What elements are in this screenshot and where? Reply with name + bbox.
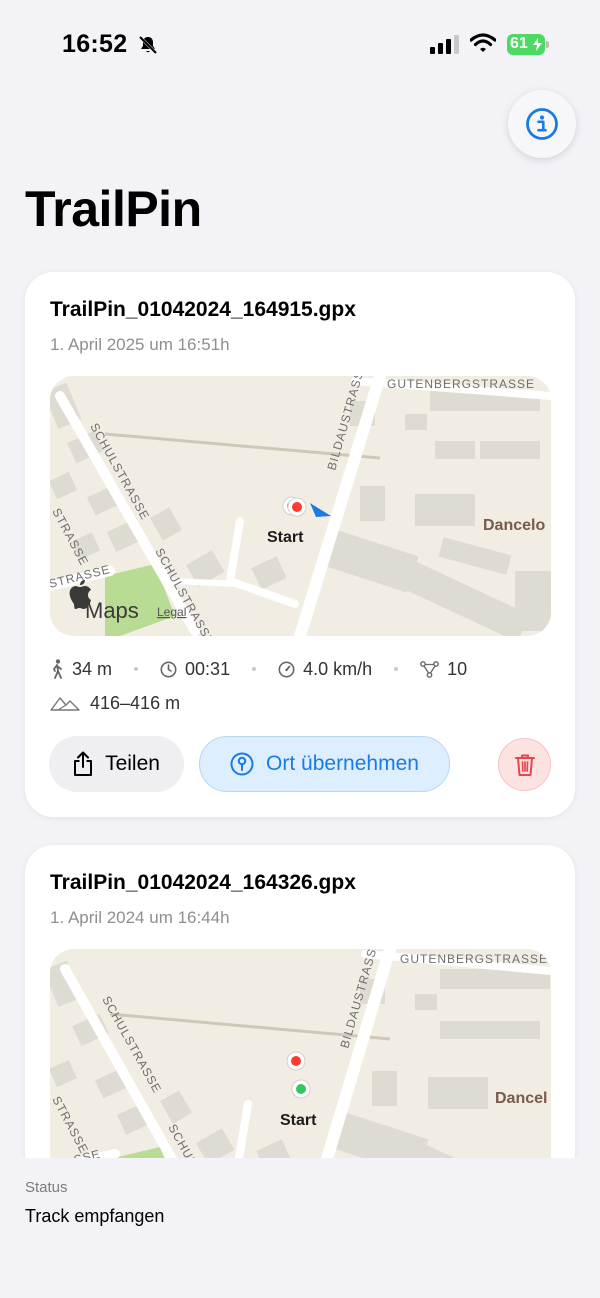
share-icon <box>74 751 93 776</box>
track-date: 1. April 2024 um 16:44h <box>50 908 230 927</box>
info-icon <box>526 108 558 140</box>
status-value: Track empfangen <box>25 1206 165 1226</box>
trash-icon <box>514 754 535 776</box>
start-pin <box>291 1079 311 1099</box>
end-pin <box>287 497 307 517</box>
track-map[interactable]: SCHULSTRASSE SCHULSTRASSE BILDAUSTRASSE … <box>50 376 551 636</box>
map-street-label: GUTENBERGSTRASSE <box>400 952 548 966</box>
map-poi-label: Dancelo <box>483 517 545 534</box>
clock: 16:52 <box>62 30 128 58</box>
map-start-label: Start <box>280 1112 317 1129</box>
track-card[interactable]: TrailPin_01042024_164915.gpx 1. April 20… <box>25 272 575 817</box>
share-button[interactable]: Teilen <box>49 736 184 792</box>
page-title: TrailPin <box>25 181 202 237</box>
waypoints-icon <box>420 660 440 678</box>
info-button[interactable] <box>508 90 576 158</box>
points-stat: 10 <box>420 659 467 680</box>
map-start-label: Start <box>267 529 304 546</box>
walking-icon <box>53 659 62 679</box>
legal-link[interactable]: Legal <box>157 605 186 619</box>
duration-value: 00:31 <box>185 658 231 679</box>
maps-logo: Maps <box>85 598 139 623</box>
take-location-button[interactable]: Ort übernehmen <box>199 736 450 792</box>
track-stats: 34 m 00:31 4.0 km/h 10 <box>50 657 467 681</box>
end-pin <box>286 1051 306 1071</box>
speed-value: 4.0 km/h <box>303 658 373 679</box>
cellular-signal-icon <box>430 34 460 59</box>
location-pin-icon <box>230 752 254 776</box>
map-poi-label: Dancel <box>495 1090 547 1107</box>
distance-stat: 34 m <box>50 659 112 680</box>
track-date: 1. April 2025 um 16:51h <box>50 335 230 354</box>
elevation-stat: 416–416 m <box>50 691 180 715</box>
speed-stat: 4.0 km/h <box>278 659 372 680</box>
mountain-icon <box>50 697 80 711</box>
share-button-label: Teilen <box>105 752 160 775</box>
status-panel: Status Track empfangen <box>0 1158 600 1298</box>
clock-icon <box>160 661 177 677</box>
status-bar: 16:52 61 <box>0 0 600 90</box>
track-file-name: TrailPin_01042024_164915.gpx <box>50 298 356 321</box>
track-file-name: TrailPin_01042024_164326.gpx <box>50 871 356 894</box>
delete-button[interactable] <box>498 738 551 791</box>
speedometer-icon <box>278 661 295 677</box>
take-location-label: Ort übernehmen <box>266 752 419 775</box>
status-label: Status <box>25 1179 68 1196</box>
map-street-label: GUTENBERGSTRASSE <box>387 377 535 391</box>
battery-level: 61 <box>510 35 528 52</box>
points-value: 10 <box>447 658 468 679</box>
elevation-value: 416–416 m <box>90 692 181 713</box>
distance-value: 34 m <box>72 658 113 679</box>
duration-stat: 00:31 <box>160 659 230 680</box>
silent-mode-icon <box>137 34 159 61</box>
battery-icon: 61 <box>507 34 549 55</box>
wifi-icon <box>469 33 497 58</box>
